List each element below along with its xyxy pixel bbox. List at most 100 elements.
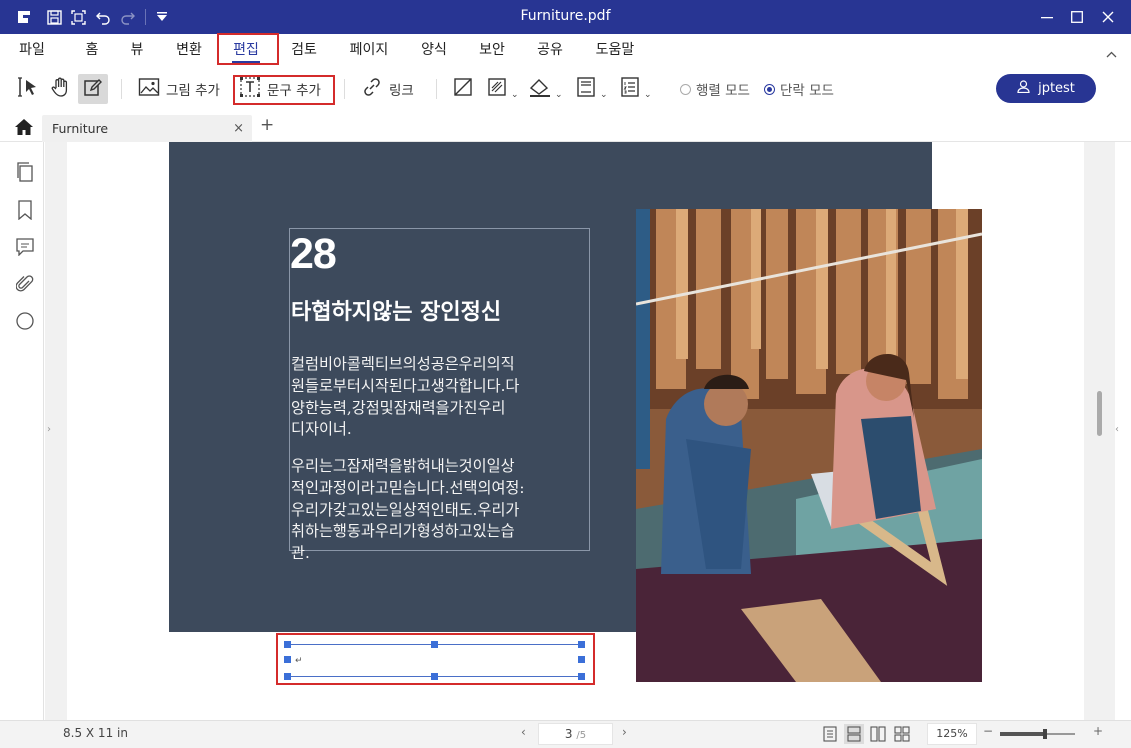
zoom-slider-fill (1000, 732, 1045, 736)
tab-furniture[interactable]: Furniture × (42, 115, 252, 142)
header-footer-tool[interactable]: ⌄ (575, 74, 608, 104)
select-text-tool[interactable] (15, 74, 41, 104)
grid-view-icon[interactable] (892, 724, 912, 744)
hand-icon (50, 76, 72, 102)
zoom-slider-handle[interactable] (1043, 729, 1047, 739)
watermark-tool[interactable]: ⌄ (486, 74, 519, 104)
menu-convert[interactable]: 변환 (173, 39, 205, 61)
new-text-box-highlight (276, 633, 595, 685)
collapse-ribbon-icon[interactable] (1106, 47, 1117, 61)
minimize-button[interactable] (1035, 5, 1059, 29)
two-page-view-icon[interactable] (868, 724, 888, 744)
close-button[interactable] (1096, 5, 1120, 29)
user-account-button[interactable]: jptest (996, 74, 1096, 103)
text-line: 취하는행동과우리가형성하고있는습 (291, 522, 515, 541)
link-icon (361, 76, 383, 102)
zoom-slider[interactable] (1000, 729, 1075, 739)
comment-icon[interactable] (15, 237, 35, 257)
maximize-button[interactable] (1065, 5, 1089, 29)
left-sidebar (0, 142, 44, 720)
user-icon (1017, 80, 1030, 97)
cursor-select-icon (17, 76, 39, 102)
text-line: 컬럼비아콜렉티브의성공은우리의직 (291, 355, 515, 373)
menu-view[interactable]: 뷰 (125, 39, 149, 61)
divider (121, 79, 122, 99)
text-line: 적인과정이라고믿습니다.선택의여정: (291, 478, 525, 497)
user-name: jptest (1038, 81, 1075, 96)
expand-right-panel-icon[interactable]: ‹ (1115, 424, 1119, 435)
bates-number-tool[interactable]: ⌄ (619, 74, 652, 104)
text-line: 원들로부터시작된다고생각합니다.다 (291, 376, 520, 395)
workshop-photo[interactable] (636, 209, 982, 682)
bookmark-icon[interactable] (15, 200, 35, 220)
paragraph-2[interactable]: 우리는그잠재력을밝혀내는것이일상 적인과정이라고믿습니다.선택의여정: 우리가갖… (291, 456, 589, 565)
text-line: 양한능력,강점및잠재력을가진우리 (291, 398, 506, 417)
line-mode-radio[interactable] (680, 83, 691, 95)
line-mode-option[interactable]: 행렬 모드 (680, 74, 750, 104)
link-button[interactable]: 링크 (361, 74, 414, 104)
paragraph-1[interactable]: 컬럼비아콜렉티브의성공은우리의직 원들로부터시작된다고생각합니다.다 양한능력,… (291, 354, 589, 441)
add-image-label: 그림 추가 (166, 83, 220, 99)
next-page-button[interactable]: › (622, 725, 627, 739)
menu-home[interactable]: 홈 (80, 39, 104, 61)
page-number-heading: 28 (290, 230, 337, 278)
watermark-icon (486, 76, 508, 102)
page-number-field[interactable]: 3 /5 (538, 723, 613, 745)
numbered-list-icon (619, 76, 641, 102)
text-line: 우리는그잠재력을밝혀내는것이일상 (291, 457, 515, 475)
zoom-in-button[interactable]: + (1093, 724, 1103, 738)
search-icon[interactable] (15, 311, 35, 331)
crop-icon (452, 76, 474, 102)
add-image-button[interactable]: 그림 추가 (138, 74, 220, 104)
chevron-down-icon: ⌄ (555, 90, 563, 100)
menu-review[interactable]: 검토 (288, 39, 320, 61)
edit-pencil-icon (83, 77, 103, 101)
window-title: Furniture.pdf (520, 8, 611, 24)
line-mode-label: 행렬 모드 (696, 83, 750, 99)
expand-left-panel-icon[interactable]: › (47, 424, 51, 435)
continuous-view-icon[interactable] (844, 724, 864, 744)
menu-share[interactable]: 공유 (534, 39, 566, 61)
edit-toolbar: 그림 추가 문구 추가 링크 ⌄ ⌄ ⌄ ⌄ 행렬 모드 단락 모드 (0, 66, 1131, 112)
paragraph-mode-radio[interactable] (764, 83, 775, 95)
menu-file[interactable]: 파일 (17, 39, 47, 61)
text-line: 디자이너. (291, 420, 352, 439)
page-size-label: 8.5 X 11 in (63, 726, 128, 740)
vertical-scrollbar[interactable] (1097, 391, 1102, 436)
paragraph-mode-option[interactable]: 단락 모드 (764, 74, 834, 104)
attachment-icon[interactable] (15, 274, 35, 294)
single-page-view-icon[interactable] (820, 724, 840, 744)
menu-security[interactable]: 보안 (476, 39, 508, 61)
tab-label: Furniture (52, 121, 109, 136)
edit-tool[interactable] (78, 74, 108, 104)
paragraph-mode-label: 단락 모드 (780, 83, 834, 99)
previous-page-button[interactable]: ‹ (521, 725, 526, 739)
menu-page[interactable]: 페이지 (346, 39, 392, 61)
hand-tool[interactable] (47, 74, 75, 104)
crop-tool[interactable] (452, 74, 474, 104)
zoom-out-button[interactable]: − (983, 724, 993, 738)
header-footer-icon (575, 76, 597, 102)
thumbnails-icon[interactable] (15, 162, 35, 182)
zoom-level-field[interactable]: 125% (927, 723, 977, 745)
chevron-down-icon: ⌄ (511, 90, 519, 100)
background-tool[interactable]: ⌄ (528, 74, 563, 104)
close-tab-icon[interactable]: × (233, 115, 244, 142)
link-label: 링크 (389, 83, 414, 99)
add-text-highlight (233, 75, 335, 105)
edit-menu-highlight (217, 33, 279, 65)
current-page: 3 (564, 727, 573, 741)
divider (344, 79, 345, 99)
add-tab-icon[interactable]: + (260, 115, 274, 135)
chevron-down-icon: ⌄ (644, 90, 652, 100)
text-line: 관. (291, 544, 310, 563)
divider (436, 79, 437, 99)
status-bar: 8.5 X 11 in ‹ 3 /5 › 125% − + (0, 720, 1131, 748)
home-icon[interactable] (14, 118, 34, 140)
menu-bar: 파일 홈 뷰 변환 편집 검토 페이지 양식 보안 공유 도움말 (0, 34, 1131, 66)
fill-bucket-icon (528, 76, 552, 102)
title-bar: Furniture.pdf (0, 0, 1131, 34)
section-heading: 타협하지않는 장인정신 (291, 300, 502, 325)
menu-form[interactable]: 양식 (418, 39, 450, 61)
menu-help[interactable]: 도움말 (592, 39, 638, 61)
